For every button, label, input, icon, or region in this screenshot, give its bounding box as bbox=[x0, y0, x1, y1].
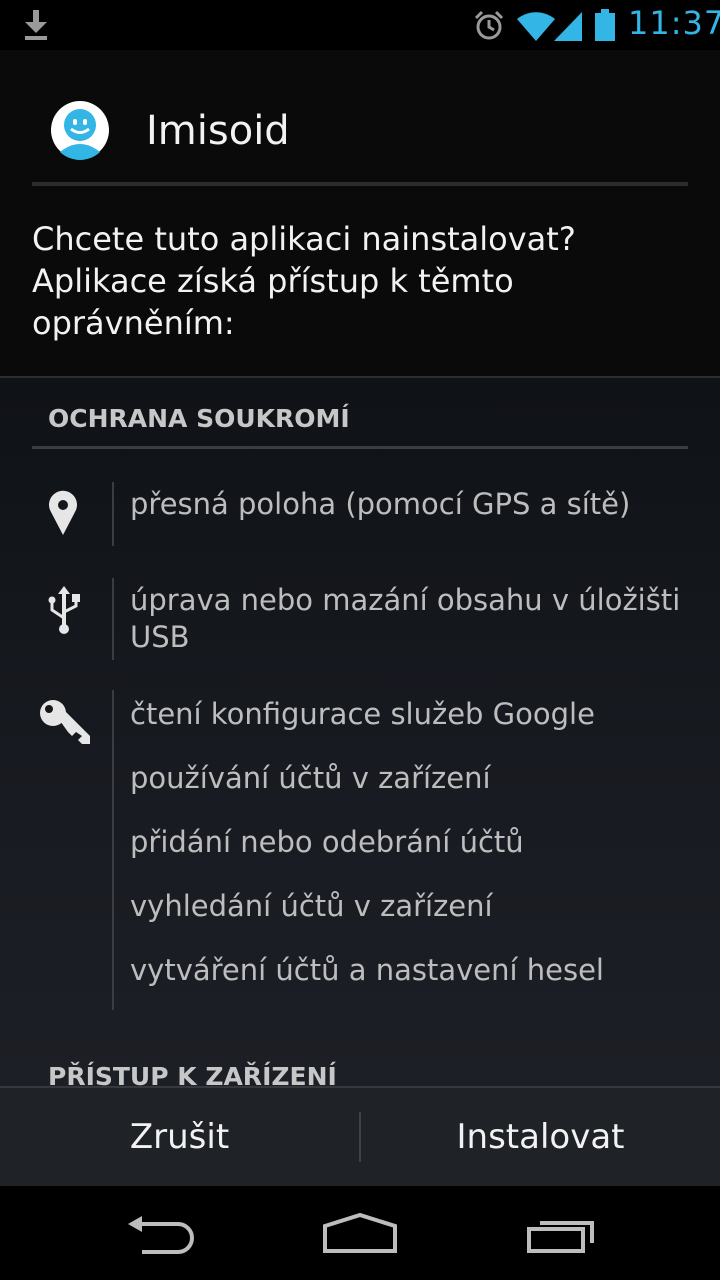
home-icon[interactable] bbox=[322, 1212, 398, 1254]
app-name: Imisoid bbox=[146, 108, 290, 154]
section-title-privacy: OCHRANA SOUKROMÍ bbox=[48, 404, 350, 433]
wifi-icon bbox=[517, 12, 555, 41]
recents-icon[interactable] bbox=[526, 1216, 600, 1254]
install-prompt: Chcete tuto aplikaci nainstalovat? Aplik… bbox=[32, 220, 576, 342]
permission-find-accounts: vyhledání účtů v zařízení bbox=[130, 889, 493, 923]
usb-icon bbox=[48, 586, 80, 634]
download-icon bbox=[25, 10, 47, 40]
install-header: Imisoid Chcete tuto aplikaci nainstalova… bbox=[0, 50, 720, 378]
header-divider bbox=[32, 182, 688, 186]
permission-location: přesná poloha (pomocí GPS a sítě) bbox=[130, 487, 631, 521]
permission-manage-accounts: přidání nebo odebrání účtů bbox=[130, 825, 524, 859]
permission-usb-storage: úprava nebo mazání obsahu v úložišti USB bbox=[130, 583, 681, 654]
button-bar: Zrušit Instalovat bbox=[0, 1086, 720, 1186]
permission-create-accounts: vytváření účtů a nastavení hesel bbox=[130, 953, 604, 987]
location-pin-icon bbox=[49, 490, 77, 535]
status-bar: 11:37 bbox=[0, 0, 720, 50]
permissions-list[interactable]: OCHRANA SOUKROMÍ přesná poloha (pomocí G… bbox=[0, 378, 720, 1086]
permission-divider bbox=[112, 578, 114, 660]
key-icon bbox=[40, 700, 90, 744]
battery-icon bbox=[595, 9, 615, 41]
section-title-device: PŘÍSTUP K ZAŘÍZENÍ bbox=[48, 1062, 337, 1086]
signal-icon bbox=[554, 12, 582, 41]
permission-use-accounts: používání účtů v zařízení bbox=[130, 761, 491, 795]
status-time: 11:37 bbox=[628, 4, 720, 42]
cancel-button[interactable]: Zrušit bbox=[0, 1088, 359, 1186]
navigation-bar bbox=[0, 1186, 720, 1280]
permission-divider bbox=[112, 690, 114, 1010]
section-divider bbox=[32, 446, 688, 449]
app-icon bbox=[51, 101, 109, 160]
install-button[interactable]: Instalovat bbox=[361, 1088, 720, 1186]
alarm-icon bbox=[474, 10, 504, 40]
permission-google-config: čtení konfigurace služeb Google bbox=[130, 697, 595, 731]
back-icon[interactable] bbox=[124, 1216, 196, 1254]
permission-divider bbox=[112, 482, 114, 546]
